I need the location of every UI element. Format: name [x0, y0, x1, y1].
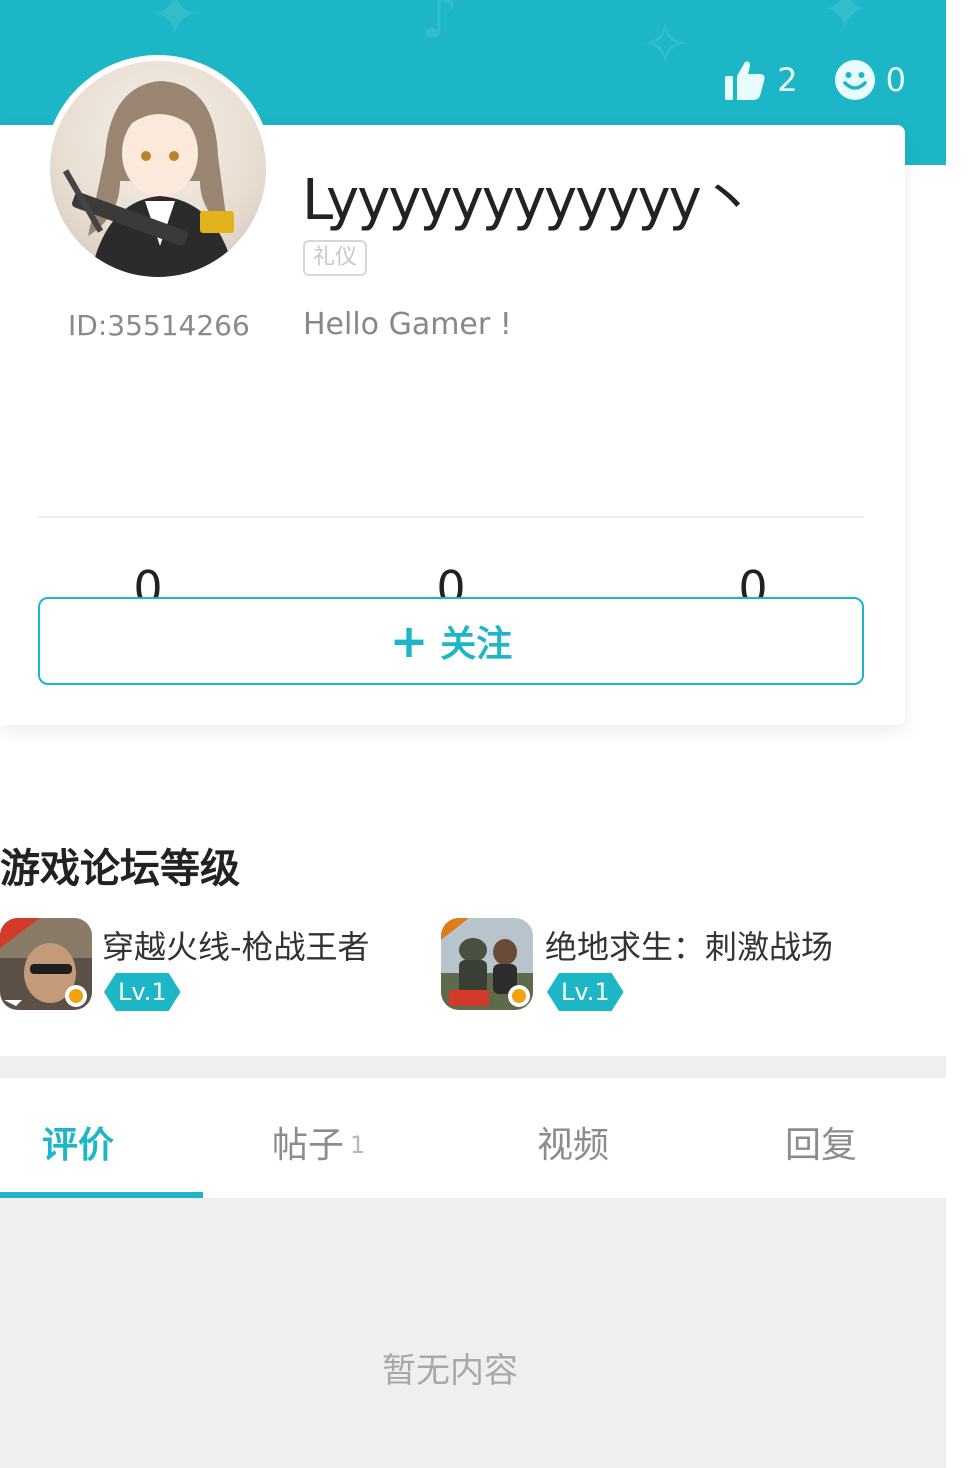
follow-button[interactable]: + 关注 — [38, 597, 864, 685]
level-badge: Lv.1 — [547, 973, 624, 1011]
user-bio: Hello Gamer ! — [303, 307, 512, 342]
forum-level-title: 游戏论坛等级 — [0, 846, 240, 892]
tab-count: 1 — [350, 1131, 366, 1159]
forum-level-item[interactable]: 穿越火线-枪战王者 Lv.1 — [0, 918, 420, 1014]
level-badge: Lv.1 — [104, 973, 181, 1011]
content-tabs: 评价 帖子 1 视频 回复 — [0, 1078, 946, 1198]
profile-page: ✦ ♪ ✧ ✦ 2 0 0 0 0 + 关注 Lyyyyyyyyyyyy丶 礼仪… — [0, 0, 946, 1468]
likes-count: 2 — [777, 61, 798, 99]
follow-button-label: 关注 — [440, 624, 513, 665]
likes-stat[interactable]: 2 — [723, 58, 798, 102]
card-divider — [38, 516, 864, 518]
smiles-stat[interactable]: 0 — [834, 59, 906, 101]
smiles-count: 0 — [885, 61, 906, 99]
crossfire-game-icon — [0, 918, 92, 1010]
tab-replies[interactable]: 回复 — [785, 1116, 857, 1168]
username: Lyyyyyyyyyyyy丶 — [302, 168, 756, 233]
plus-icon: + — [389, 614, 429, 668]
empty-state-text: 暂无内容 — [382, 1351, 518, 1391]
tab-content: 暂无内容 — [0, 1198, 946, 1468]
thumbs-up-icon — [723, 58, 767, 102]
tab-label: 帖子 — [272, 1125, 345, 1166]
forum-level-item[interactable]: 绝地求生：刺激战场 Lv.1 — [441, 918, 861, 1014]
section-separator — [0, 1056, 946, 1078]
game-name: 绝地求生：刺激战场 — [545, 928, 834, 966]
user-tag-badge[interactable]: 礼仪 — [303, 240, 368, 276]
user-id: ID:35514266 — [68, 309, 250, 342]
tab-label: 视频 — [537, 1125, 610, 1166]
tab-label: 评价 — [42, 1125, 115, 1166]
avatar-frame[interactable] — [44, 55, 272, 283]
tab-label: 回复 — [785, 1125, 858, 1166]
avatar — [50, 61, 266, 277]
pubg-game-icon — [441, 918, 533, 1010]
tab-posts[interactable]: 帖子 1 — [272, 1116, 365, 1168]
game-name: 穿越火线-枪战王者 — [102, 928, 370, 966]
smiley-icon — [834, 59, 876, 101]
tab-videos[interactable]: 视频 — [537, 1116, 609, 1168]
header-stats: 2 0 — [723, 58, 906, 102]
tab-reviews[interactable]: 评价 — [42, 1116, 114, 1168]
